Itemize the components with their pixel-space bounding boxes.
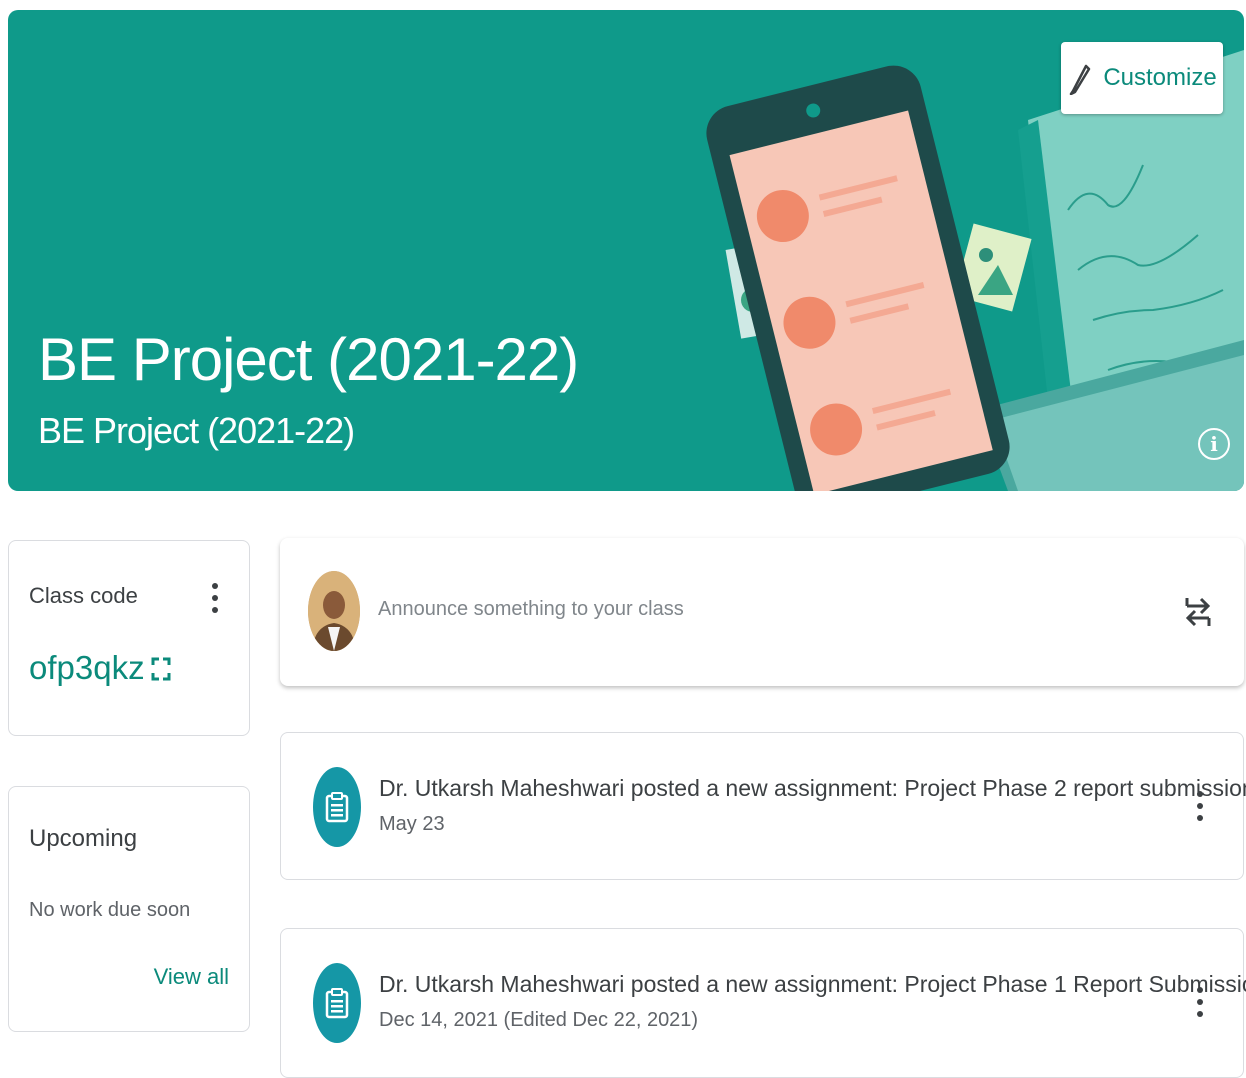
repost-icon[interactable]	[1183, 590, 1213, 632]
post-date: Dec 14, 2021 (Edited Dec 22, 2021)	[379, 1009, 699, 1031]
customize-label: Customize	[1103, 64, 1217, 91]
customize-button[interactable]: Customize	[1061, 42, 1223, 114]
info-icon[interactable]: i	[1198, 428, 1230, 460]
upcoming-empty-text: No work due soon	[29, 899, 191, 921]
assignment-icon	[313, 767, 361, 847]
stream-post[interactable]: Dr. Utkarsh Maheshwari posted a new assi…	[280, 732, 1246, 880]
avatar	[308, 571, 360, 651]
upcoming-title: Upcoming	[29, 825, 138, 852]
post-title[interactable]: Dr. Utkarsh Maheshwari posted a new assi…	[379, 971, 1246, 998]
class-code-more-icon[interactable]	[211, 583, 219, 613]
class-banner: BE Project (2021-22) BE Project (2021-22…	[8, 10, 1244, 491]
assignment-icon	[313, 963, 361, 1043]
post-more-icon[interactable]	[1196, 987, 1204, 1017]
class-title: BE Project (2021-22)	[38, 326, 579, 393]
stream-post[interactable]: Dr. Utkarsh Maheshwari posted a new assi…	[280, 928, 1246, 1078]
class-code-card: Class code ofp3qkz	[8, 540, 250, 736]
announce-input[interactable]: Announce something to your class	[378, 598, 684, 621]
view-all-link[interactable]: View all	[154, 964, 229, 990]
upcoming-card: Upcoming No work due soon View all	[8, 786, 250, 1032]
pencil-icon	[1070, 64, 1091, 95]
fullscreen-icon[interactable]	[151, 657, 171, 681]
class-code-value: ofp3qkz	[29, 649, 145, 686]
post-more-icon[interactable]	[1196, 791, 1204, 821]
post-date: May 23	[379, 813, 445, 835]
class-section: BE Project (2021-22)	[38, 410, 355, 451]
post-title[interactable]: Dr. Utkarsh Maheshwari posted a new assi…	[379, 775, 1246, 802]
announce-box[interactable]: Announce something to your class	[280, 538, 1244, 686]
class-code-label: Class code	[29, 583, 138, 608]
